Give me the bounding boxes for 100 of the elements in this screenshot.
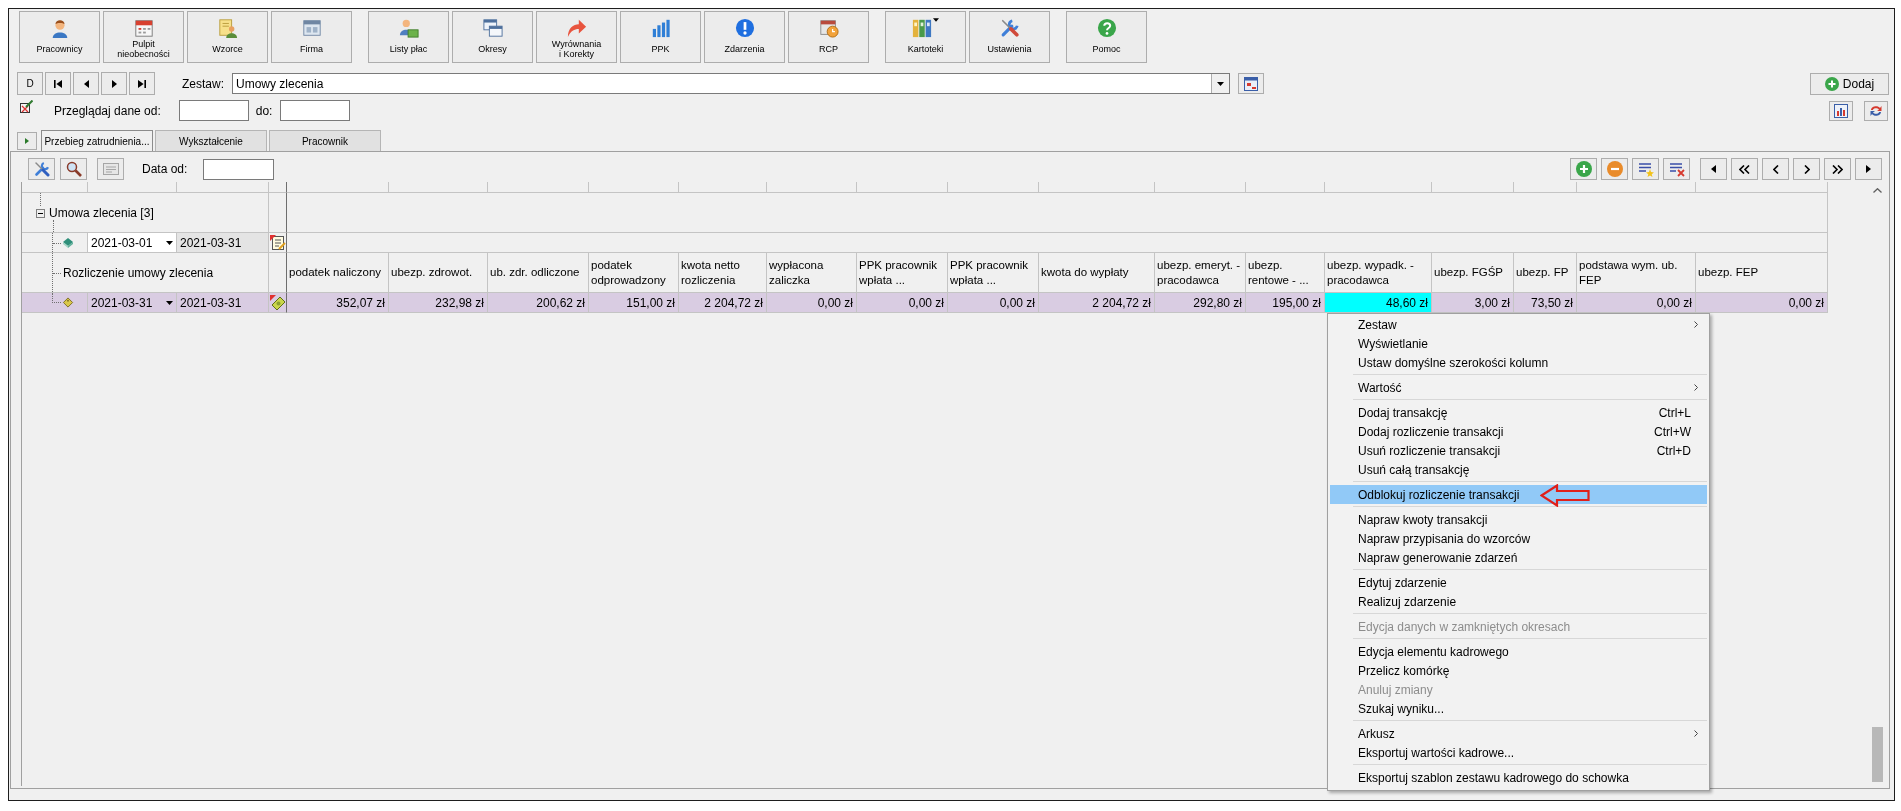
list-button[interactable] [1663, 158, 1690, 180]
menu-item[interactable]: Dodaj transakcję Ctrl+L [1330, 403, 1707, 422]
expand-button[interactable] [17, 131, 37, 150]
toolbar-button[interactable]: Listy płac [368, 11, 449, 63]
date-from-field[interactable] [178, 100, 249, 121]
toolbar-button[interactable]: Zdarzenia [704, 11, 785, 63]
toolbar-button[interactable]: Kartoteki [885, 11, 966, 63]
toolbar-button[interactable]: Pomoc [1066, 11, 1147, 63]
date-cell: 2021-03-31 [177, 233, 269, 253]
menu-item[interactable]: Ustaw domyślne szerokości kolumn [1330, 353, 1707, 372]
header-cell[interactable] [948, 182, 1039, 193]
chart-button[interactable] [1829, 100, 1853, 121]
tab[interactable]: Przebieg zatrudnienia... [41, 130, 153, 151]
search-button[interactable] [60, 158, 87, 180]
header-cell[interactable] [1514, 182, 1577, 193]
header-cell[interactable] [767, 182, 857, 193]
next-button[interactable] [101, 72, 127, 95]
remove-row-button[interactable] [1601, 158, 1628, 180]
menu-item[interactable]: Realizuj zdarzenie [1330, 592, 1707, 611]
toolbar-button[interactable]: Wzorce [187, 11, 268, 63]
toolbar-button[interactable]: PPK [620, 11, 701, 63]
date-to-field[interactable] [280, 100, 351, 121]
header-cell[interactable] [1325, 182, 1432, 193]
wrench-screwdriver-icon [33, 161, 50, 177]
scrollbar-thumb[interactable] [1872, 727, 1883, 782]
first-record-button[interactable] [45, 72, 71, 95]
date-dropdown[interactable]: 2021-03-31 [88, 293, 177, 313]
header-cell[interactable] [287, 182, 389, 193]
collapse-icon[interactable] [36, 208, 45, 218]
toolbar-button[interactable]: RCP [788, 11, 869, 63]
header-cell[interactable] [679, 182, 767, 193]
header-cell[interactable] [1577, 182, 1696, 193]
header-cell[interactable] [269, 182, 287, 193]
last-record-button[interactable] [129, 72, 155, 95]
menu-item[interactable]: Edytuj zdarzenie [1330, 573, 1707, 592]
menu-item[interactable]: Szukaj wyniku... [1330, 699, 1707, 718]
list-button[interactable] [1632, 158, 1659, 180]
header-cell[interactable] [1432, 182, 1514, 193]
date-dropdown[interactable]: 2021-03-01 [88, 233, 177, 253]
set-combobox[interactable]: Umowy zlecenia [232, 73, 1230, 94]
tab[interactable]: Wykształcenie [155, 130, 267, 151]
book-icon [62, 237, 74, 248]
tab[interactable]: Pracownik [269, 130, 381, 151]
add-button[interactable]: Dodaj [1810, 72, 1889, 95]
menu-item[interactable]: Usuń rozliczenie transakcji Ctrl+D [1330, 441, 1707, 460]
nav-button[interactable] [1855, 158, 1882, 180]
menu-item[interactable]: Odblokuj rozliczenie transakcji [1330, 485, 1707, 504]
menu-item[interactable]: Zestaw [1330, 315, 1707, 334]
caret-icon [166, 300, 173, 305]
binders-icon [912, 18, 932, 38]
toolbar-button[interactable]: Ustawienia [969, 11, 1050, 63]
header-cell[interactable] [857, 182, 948, 193]
header-cell[interactable] [1155, 182, 1246, 193]
header-cell[interactable] [488, 182, 589, 193]
menu-item[interactable]: Wartość [1330, 378, 1707, 397]
dropdown-button[interactable] [1211, 74, 1229, 93]
menu-item[interactable]: Przelicz komórkę [1330, 661, 1707, 680]
tree-line [40, 193, 42, 206]
menu-item[interactable]: Wyświetlanie [1330, 334, 1707, 353]
table-row[interactable]: 2021-03-31 2021-03-31 352,07 zł 232,98 zł 200,62 zł 151,00 zł 2 204,72 zł 0,00 zł 0,00 zł 0,00 zł 2 204,72 zł 292,80 zł 195,00 zł 48,60 zł 3,00 zł 73,50 zł 0,00 zł 0,00 zł [22, 293, 1828, 313]
toolbar-button[interactable]: Wyrównania i Korekty [536, 11, 617, 63]
toolbar-button[interactable]: Firma [271, 11, 352, 63]
wrench-screwdriver-icon [999, 18, 1020, 38]
tools-button[interactable] [28, 158, 55, 180]
header-cell[interactable] [177, 182, 269, 193]
menu-item[interactable]: Dodaj rozliczenie transakcji Ctrl+W [1330, 422, 1707, 441]
menu-item[interactable]: Usuń całą transakcję [1330, 460, 1707, 479]
menu-item[interactable]: Napraw generowanie zdarzeń [1330, 548, 1707, 567]
header-cell[interactable] [88, 182, 177, 193]
toolbar-button[interactable]: Okresy [452, 11, 533, 63]
nav-button[interactable]: D [17, 72, 43, 95]
add-row-button[interactable] [1570, 158, 1597, 180]
nav-button[interactable] [1731, 158, 1758, 180]
header-cell[interactable] [389, 182, 488, 193]
chevron-up-icon[interactable] [1873, 188, 1882, 193]
menu-item[interactable]: Napraw przypisania do wzorców [1330, 529, 1707, 548]
toolbar-button[interactable]: Pulpit nieobecności [103, 11, 184, 63]
menu-item[interactable]: Napraw kwoty transakcji [1330, 510, 1707, 529]
menu-item[interactable]: Arkusz [1330, 724, 1707, 743]
header-cell[interactable] [589, 182, 679, 193]
nav-button[interactable] [1762, 158, 1789, 180]
menu-item[interactable]: Eksportuj wartości kadrowe... [1330, 743, 1707, 762]
nav-button[interactable] [1824, 158, 1851, 180]
menu-item[interactable]: Eksportuj szablon zestawu kadrowego do schowka [1330, 768, 1707, 787]
card-button[interactable] [97, 158, 124, 180]
header-cell[interactable] [1696, 182, 1828, 193]
menu-item[interactable]: Edycja elementu kadrowego [1330, 642, 1707, 661]
table-icon [1244, 76, 1258, 91]
refresh-button[interactable] [1864, 100, 1888, 121]
nav-button[interactable] [1700, 158, 1727, 180]
header-cell[interactable] [22, 182, 88, 193]
nav-button[interactable] [1793, 158, 1820, 180]
table-cell: 200,62 zł [488, 293, 589, 313]
header-cell[interactable] [1039, 182, 1155, 193]
previous-button[interactable] [73, 72, 99, 95]
toolbar-button[interactable]: Pracownicy [19, 11, 100, 63]
table-button[interactable] [1238, 73, 1264, 94]
card-icon [102, 161, 119, 177]
header-cell[interactable] [1246, 182, 1325, 193]
date-field[interactable] [203, 158, 275, 180]
